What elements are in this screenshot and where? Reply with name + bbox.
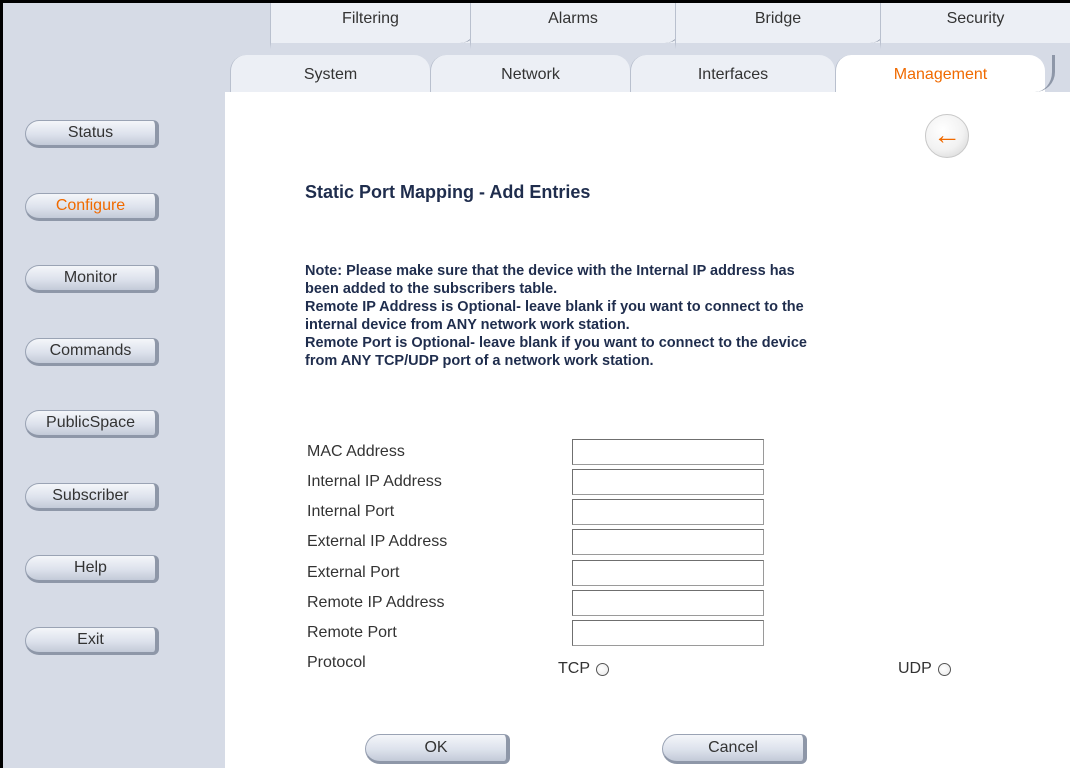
ok-button[interactable]: OK — [365, 734, 510, 764]
protocol-tcp-option[interactable]: TCP — [558, 660, 609, 678]
tab-alarms-label: Alarms — [548, 10, 598, 27]
note-line: Remote IP Address is Optional- leave bla… — [305, 299, 804, 315]
tab-system-label: System — [303, 66, 358, 83]
internal-ip-field[interactable] — [572, 469, 764, 495]
remote-port-field[interactable] — [572, 620, 764, 646]
internal-ip-label: Internal IP Address — [307, 473, 442, 490]
external-ip-field[interactable] — [572, 529, 764, 555]
cancel-button[interactable]: Cancel — [662, 734, 807, 764]
external-port-field[interactable] — [572, 560, 764, 586]
sidebar-header — [3, 3, 225, 95]
protocol-udp-option[interactable]: UDP — [898, 660, 951, 678]
protocol-label: Protocol — [307, 654, 366, 671]
sidebar-item-monitor[interactable]: Monitor — [25, 265, 159, 293]
tab-security-label: Security — [946, 10, 1005, 27]
external-ip-label: External IP Address — [307, 533, 448, 550]
tab-curl-decoration — [1035, 55, 1055, 92]
mac-address-label: MAC Address — [307, 443, 405, 460]
tab-bridge[interactable]: Bridge — [675, 3, 890, 49]
secondary-tab-bar: Filtering Alarms Bridge Security — [225, 3, 1070, 55]
sidebar: Status Configure Monitor Commands Public… — [3, 3, 225, 768]
internal-port-field[interactable] — [572, 499, 764, 525]
tab-interfaces-label: Interfaces — [697, 66, 769, 83]
tab-alarms[interactable]: Alarms — [470, 3, 685, 49]
internal-port-label: Internal Port — [307, 503, 395, 520]
back-arrow-icon[interactable]: ← — [925, 114, 969, 158]
remote-ip-label: Remote IP Address — [307, 594, 445, 611]
protocol-udp-label: UDP — [898, 660, 932, 677]
sidebar-item-commands[interactable]: Commands — [25, 338, 159, 366]
tab-network-label: Network — [501, 66, 560, 83]
note-line: Note: Please make sure that the device w… — [305, 263, 795, 279]
tab-security[interactable]: Security — [880, 3, 1070, 49]
sidebar-item-help[interactable]: Help — [25, 555, 159, 583]
remote-ip-field[interactable] — [572, 590, 764, 616]
sidebar-item-exit[interactable]: Exit — [25, 627, 159, 655]
external-port-label: External Port — [307, 564, 400, 581]
protocol-udp-radio[interactable] — [937, 662, 951, 676]
tab-management[interactable]: Management — [835, 55, 1055, 92]
primary-tab-bar: System Network Interfaces Management — [225, 55, 1070, 92]
tab-management-label: Management — [893, 66, 988, 83]
protocol-tcp-radio[interactable] — [596, 662, 609, 676]
sidebar-item-status[interactable]: Status — [25, 120, 159, 148]
sidebar-item-subscriber[interactable]: Subscriber — [25, 483, 159, 511]
tab-filtering[interactable]: Filtering — [270, 3, 480, 49]
note-line: been added to the subscribers table. — [305, 281, 558, 297]
tab-bridge-label: Bridge — [754, 10, 802, 27]
protocol-tcp-label: TCP — [558, 660, 590, 677]
mac-address-field[interactable] — [572, 439, 764, 465]
tab-network[interactable]: Network — [430, 55, 630, 92]
note-line: internal device from ANY network work st… — [305, 317, 630, 333]
note-line: from ANY TCP/UDP port of a network work … — [305, 353, 654, 369]
tab-interfaces[interactable]: Interfaces — [630, 55, 835, 92]
main-content: ← Static Port Mapping - Add Entries Note… — [225, 92, 1070, 768]
sidebar-item-publicspace[interactable]: PublicSpace — [25, 410, 159, 438]
tab-filtering-label: Filtering — [342, 10, 399, 27]
remote-port-label: Remote Port — [307, 624, 397, 641]
tab-system[interactable]: System — [230, 55, 430, 92]
note-text: Note: Please make sure that the device w… — [305, 262, 965, 370]
note-line: Remote Port is Optional- leave blank if … — [305, 335, 807, 351]
page-title: Static Port Mapping - Add Entries — [305, 182, 591, 202]
sidebar-item-configure[interactable]: Configure — [25, 193, 159, 221]
